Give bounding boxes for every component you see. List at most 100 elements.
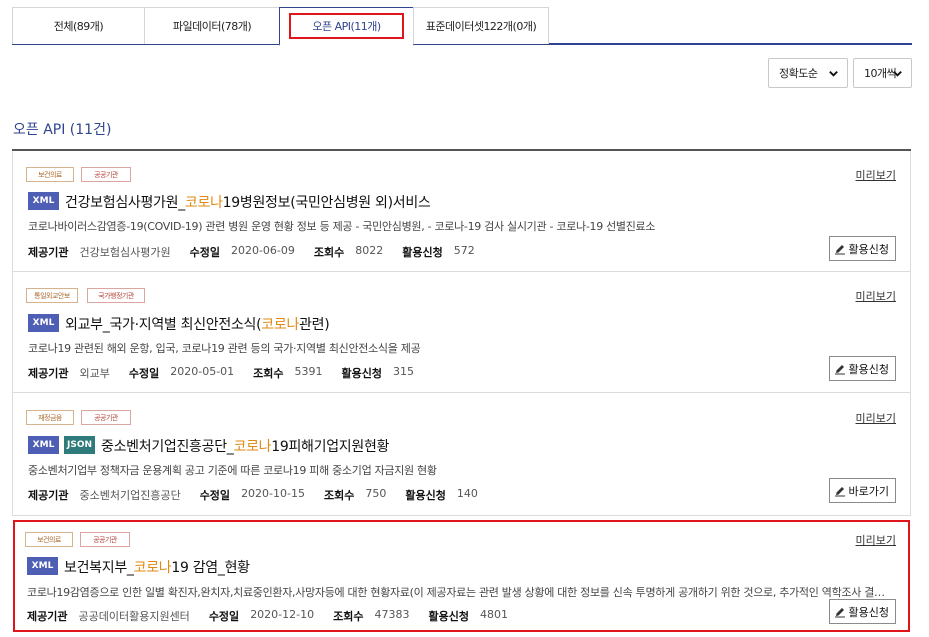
usage-label: 활용신청 [341,367,383,380]
list-item: 보건의료 공공기관 미리보기 XML 건강보험심사평가원_코로나19병원정보(국… [12,151,911,272]
provider-label: 제공기관 [28,367,69,380]
org-type-badge: 공공기관 [80,532,130,547]
sort-select[interactable]: 정확도순 [768,58,848,88]
item-meta: 제공기관 건강보험심사평가원 수정일 2020-06-09 조회수 8022 활용신청… [28,244,494,260]
list-item: 통일외교안보 국가행정기관 미리보기 XML 외교부_국가·지역별 최신안전소식… [12,272,911,393]
item-description: 코로나바이러스감염증-19(COVID-19) 관련 병원 운영 현황 정보 등… [28,220,656,233]
category-badge: 보건의료 [26,167,74,182]
views-label: 조회수 [333,610,364,623]
page-size-select[interactable]: 10개씩 [853,58,912,88]
title-keyword: 코로나 [184,195,223,211]
views-value: 47383 [374,608,410,621]
title-text: 중소벤처기업진흥공단_ [101,439,234,455]
views-value: 5391 [294,365,323,378]
tab-label: 표준데이터셋122개(0개) [425,20,537,33]
tab-label: 전체(89개) [53,20,104,33]
item-description: 중소벤처기업부 정책자금 운용계획 공고 기준에 따른 코로나19 피해 중소기… [28,464,437,477]
apply-usage-button[interactable]: 활용신청 [828,599,896,624]
pencil-icon [834,364,845,374]
title-text: 외교부_국가·지역별 최신안전소식( [65,317,262,333]
views-value: 750 [365,487,387,500]
provider-label: 제공기관 [28,246,69,259]
title-text: 19 감염_현황 [171,560,250,576]
usage-label: 활용신청 [402,246,443,259]
chevron-down-icon [829,71,838,77]
provider-label: 제공기관 [28,489,69,502]
tab-label: 파일데이터(78개) [172,20,252,33]
tab-open-api[interactable]: 오픈 API(11개) [279,7,414,46]
usage-label: 활용신청 [428,610,469,623]
button-label: 바로가기 [848,484,889,498]
button-label: 활용신청 [848,242,889,256]
usage-value: 315 [393,365,415,378]
views-value: 8022 [355,244,384,257]
tab-standard-dataset[interactable]: 표준데이터셋122개(0개) [413,7,549,44]
result-list: 보건의료 공공기관 미리보기 XML 건강보험심사평가원_코로나19병원정보(국… [12,149,911,637]
tab-label: 오픈 API(11개) [312,20,381,33]
modified-label: 수정일 [199,489,231,502]
provider-value: 중소벤처기업진흥공단 [79,489,181,502]
item-title[interactable]: 건강보험심사평가원_코로나19병원정보(국민안심병원 외)서비스 [65,192,431,212]
format-xml-badge: XML [28,314,59,332]
modified-label: 수정일 [189,246,220,259]
tab-all[interactable]: 전체(89개) [12,7,145,44]
org-type-badge: 공공기관 [81,410,131,425]
title-text: 관련) [299,317,330,333]
modified-label: 수정일 [128,367,160,380]
chevron-down-icon [893,71,902,77]
button-label: 활용신청 [848,362,889,376]
data-type-tabs: 전체(89개) 파일데이터(78개) 오픈 API(11개) 표준데이터셋122… [12,7,912,46]
modified-value: 2020-10-15 [241,487,305,500]
title-text: 보건복지부_ [64,560,134,576]
title-keyword: 코로나 [133,560,172,576]
preview-link[interactable]: 미리보기 [856,532,896,548]
provider-value: 공공데이터활용지원센터 [78,610,190,623]
org-type-badge: 공공기관 [81,167,131,182]
provider-value: 외교부 [79,367,110,380]
title-text: 19피해기업지원현황 [271,439,390,455]
format-xml-badge: XML [28,192,59,210]
item-title[interactable]: 보건복지부_코로나19 감염_현황 [64,557,250,577]
title-text: 건강보험심사평가원_ [65,195,185,211]
apply-usage-button[interactable]: 활용신청 [828,356,896,381]
usage-value: 572 [453,244,475,257]
item-meta: 제공기관 외교부 수정일 2020-05-01 조회수 5391 활용신청 315 [28,365,433,381]
usage-label: 활용신청 [405,489,446,502]
item-title[interactable]: 중소벤처기업진흥공단_코로나19피해기업지원현황 [101,436,389,456]
preview-link[interactable]: 미리보기 [856,410,896,426]
modified-value: 2020-05-01 [170,365,235,378]
pencil-icon [834,607,845,617]
views-label: 조회수 [253,367,284,380]
modified-value: 2020-12-10 [250,608,315,621]
format-xml-badge: XML [28,436,59,454]
button-label: 활용신청 [848,605,889,619]
sort-select-value: 정확도순 [779,67,818,80]
title-keyword: 코로나 [233,439,272,455]
pencil-icon [834,244,845,254]
category-badge: 재정금융 [26,410,74,425]
category-badge: 통일외교안보 [26,288,78,303]
views-label: 조회수 [324,489,355,502]
org-type-badge: 국가행정기관 [87,288,145,303]
category-badge: 보건의료 [25,532,73,547]
format-json-badge: JSON [64,436,95,454]
preview-link[interactable]: 미리보기 [856,288,896,304]
provider-label: 제공기관 [27,610,68,623]
tab-file-data[interactable]: 파일데이터(78개) [144,7,280,44]
apply-usage-button[interactable]: 활용신청 [828,236,896,261]
item-title[interactable]: 외교부_국가·지역별 최신안전소식(코로나관련) [65,314,330,334]
item-description: 코로나19감염증으로 인한 일별 확진자,완치자,치료중인환자,사망자등에 대한… [27,586,893,599]
title-text: 19병원정보(국민안심병원 외)서비스 [222,195,431,211]
title-keyword: 코로나 [261,317,300,333]
provider-value: 건강보험심사평가원 [79,246,171,259]
item-description: 코로나19 관련된 해외 운항, 입국, 코로나19 관련 등의 국가·지역별 … [28,342,421,355]
section-title: 오픈 API (11건) [13,122,112,138]
modified-label: 수정일 [208,610,240,623]
views-label: 조회수 [313,246,345,259]
preview-link[interactable]: 미리보기 [856,167,896,183]
item-meta: 제공기관 중소벤처기업진흥공단 수정일 2020-10-15 조회수 750 활용신청… [28,487,497,503]
list-item: 재정금융 공공기관 미리보기 XML JSON 중소벤처기업진흥공단_코로나19… [12,393,911,516]
list-item-highlighted: 보건의료 공공기관 미리보기 XML 보건복지부_코로나19 감염_현황 코로나… [13,520,910,632]
go-to-button[interactable]: 바로가기 [828,478,896,503]
modified-value: 2020-06-09 [230,244,295,257]
